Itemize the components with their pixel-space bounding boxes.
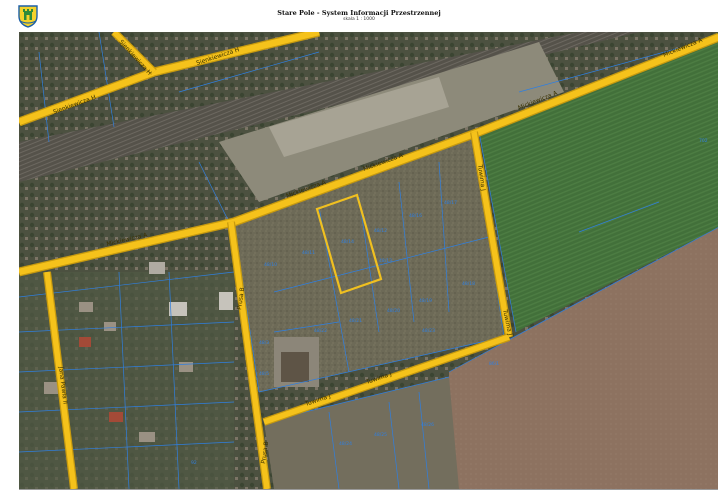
parcel-number: 48/11 bbox=[302, 250, 315, 256]
parcel-number: 48/3 bbox=[259, 340, 269, 346]
parcel-number: 702 bbox=[699, 138, 708, 144]
map-view[interactable]: Mickiewicza A Mickiewicza A Mickiewicza … bbox=[19, 32, 718, 489]
footer-divider bbox=[19, 489, 718, 490]
parcel-number: 48/16 bbox=[409, 213, 422, 219]
aerial-map[interactable]: Mickiewicza A Mickiewicza A Mickiewicza … bbox=[19, 32, 718, 489]
parcel-number: 48/23 bbox=[422, 328, 435, 334]
parcel-number: 48/10 bbox=[264, 262, 277, 268]
parcel-number: 48/20 bbox=[387, 308, 400, 314]
map-header: Stare Pole - System Informacji Przestrze… bbox=[0, 0, 718, 30]
title-block: Stare Pole - System Informacji Przestrze… bbox=[0, 9, 718, 23]
parcel-number: 48/21 bbox=[349, 318, 362, 324]
parcel-number: 86/1 bbox=[489, 361, 499, 367]
parcel-number: 48/12 bbox=[374, 228, 387, 234]
parcel-number: 48/18 bbox=[462, 281, 475, 287]
parcel-number: 48/25 bbox=[374, 432, 387, 438]
farm-roof bbox=[281, 352, 309, 382]
parcel-number: 48/17 bbox=[444, 200, 457, 206]
parcel-number: 48/13 bbox=[379, 258, 392, 264]
parcel-number: 92 bbox=[191, 460, 197, 466]
parcel-number: 48/22 bbox=[314, 328, 327, 334]
parcel-number: 48/24 bbox=[339, 441, 352, 447]
parcel-number: 48/14 bbox=[341, 239, 354, 245]
page-title: Stare Pole - System Informacji Przestrze… bbox=[277, 9, 441, 17]
parcel-number: 48/26 bbox=[421, 422, 434, 428]
parcel-number: 48/5 bbox=[259, 371, 269, 377]
scale-label: skala 1 : 1000 bbox=[343, 17, 375, 22]
parcel-number: 48/19 bbox=[419, 298, 432, 304]
